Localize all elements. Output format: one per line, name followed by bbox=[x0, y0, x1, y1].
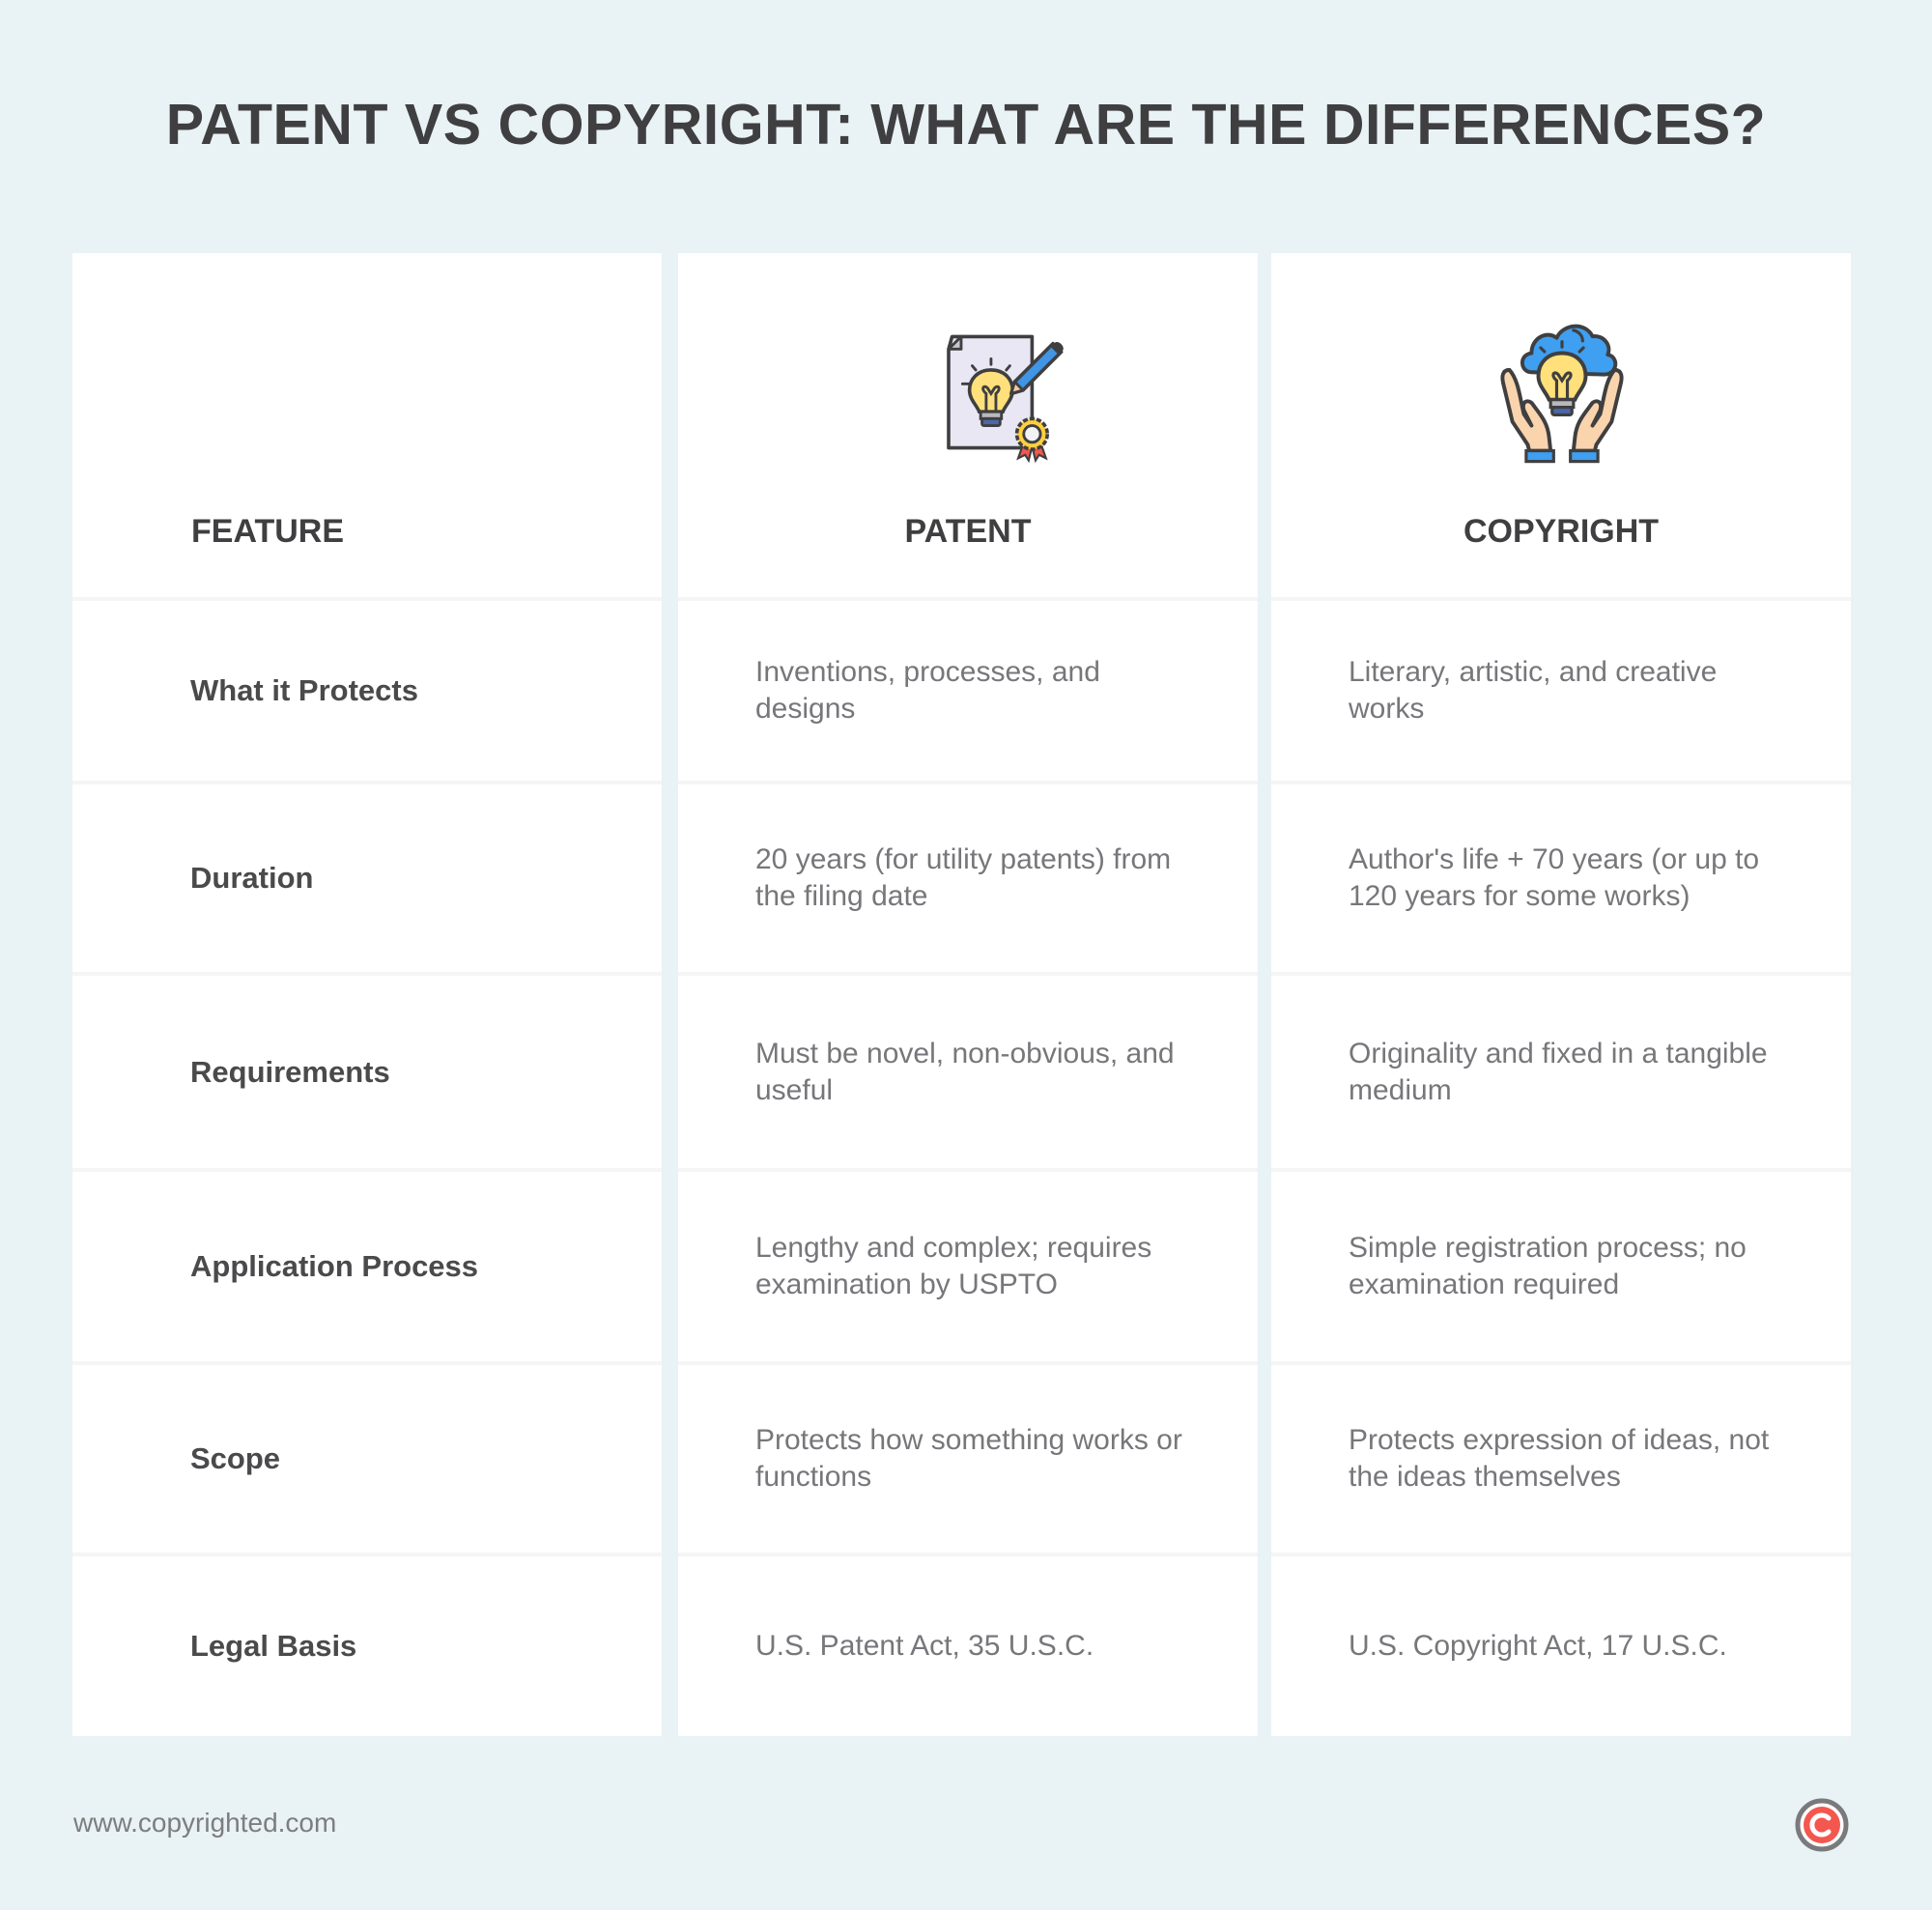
header-feature: FEATURE bbox=[191, 513, 345, 550]
feature-label: Legal Basis bbox=[190, 1629, 357, 1663]
page-title: PATENT VS COPYRIGHT: WHAT ARE THE DIFFER… bbox=[165, 93, 1767, 157]
copyright-value: Originality and fixed in a tangible medi… bbox=[1349, 1037, 1768, 1106]
copyright-value: Literary, artistic, and creative works bbox=[1349, 656, 1718, 725]
table-row: Lengthy and complex; requires examinatio… bbox=[678, 1172, 1258, 1361]
table-row: Scope bbox=[72, 1365, 662, 1553]
patent-value: 20 years (for utility patents) from the … bbox=[755, 843, 1172, 912]
table-row: Application Process bbox=[72, 1172, 662, 1361]
header-copyright: COPYRIGHT bbox=[1463, 513, 1660, 550]
hands-lightbulb-cloud-icon bbox=[1500, 324, 1624, 464]
copyright-value: U.S. Copyright Act, 17 U.S.C. bbox=[1349, 1630, 1727, 1662]
patent-value: Lengthy and complex; requires examinatio… bbox=[755, 1232, 1152, 1300]
header-patent: PATENT bbox=[904, 513, 1032, 550]
table-row: Protects how something works or function… bbox=[678, 1365, 1258, 1553]
table-row: Originality and fixed in a tangible medi… bbox=[1271, 976, 1851, 1168]
feature-label: What it Protects bbox=[190, 673, 418, 707]
footer-url[interactable]: www.copyrighted.com bbox=[73, 1808, 336, 1839]
table-row: Must be novel, non-obvious, and useful bbox=[678, 976, 1258, 1168]
table-row: 20 years (for utility patents) from the … bbox=[678, 784, 1258, 972]
copyright-value: Protects expression of ideas, not the id… bbox=[1349, 1424, 1770, 1493]
copyright-logo-icon bbox=[1795, 1798, 1849, 1852]
patent-value: U.S. Patent Act, 35 U.S.C. bbox=[755, 1630, 1094, 1662]
table-row: Duration bbox=[72, 784, 662, 972]
table-row: What it Protects bbox=[72, 601, 662, 781]
table-row: Inventions, processes, and designs bbox=[678, 601, 1258, 781]
feature-label: Requirements bbox=[190, 1054, 390, 1089]
table-row: Literary, artistic, and creative works bbox=[1271, 601, 1851, 781]
copyright-value: Author's life + 70 years (or up to 120 y… bbox=[1349, 843, 1760, 912]
table-row: Simple registration process; no examinat… bbox=[1271, 1172, 1851, 1361]
copyright-value: Simple registration process; no examinat… bbox=[1349, 1232, 1747, 1300]
patent-column: PATENT Inventions, processes, and design… bbox=[678, 253, 1258, 1736]
table-row: Legal Basis bbox=[72, 1556, 662, 1736]
table-row: Protects expression of ideas, not the id… bbox=[1271, 1365, 1851, 1553]
patent-value: Protects how something works or function… bbox=[755, 1424, 1182, 1493]
table-row: Requirements bbox=[72, 976, 662, 1168]
table-row: Author's life + 70 years (or up to 120 y… bbox=[1271, 784, 1851, 972]
feature-label: Duration bbox=[190, 861, 314, 895]
patent-document-lightbulb-icon bbox=[947, 334, 1064, 464]
feature-column: FEATURE What it Protects Duration Requir… bbox=[72, 253, 662, 1736]
table-row: U.S. Patent Act, 35 U.S.C. bbox=[678, 1556, 1258, 1736]
table-row: U.S. Copyright Act, 17 U.S.C. bbox=[1271, 1556, 1851, 1736]
patent-value: Inventions, processes, and designs bbox=[755, 656, 1100, 725]
feature-label: Scope bbox=[190, 1441, 281, 1475]
feature-label: Application Process bbox=[190, 1249, 479, 1283]
copyright-column: COPYRIGHT Literary, artistic, and creati… bbox=[1271, 253, 1851, 1736]
patent-value: Must be novel, non-obvious, and useful bbox=[755, 1037, 1175, 1106]
